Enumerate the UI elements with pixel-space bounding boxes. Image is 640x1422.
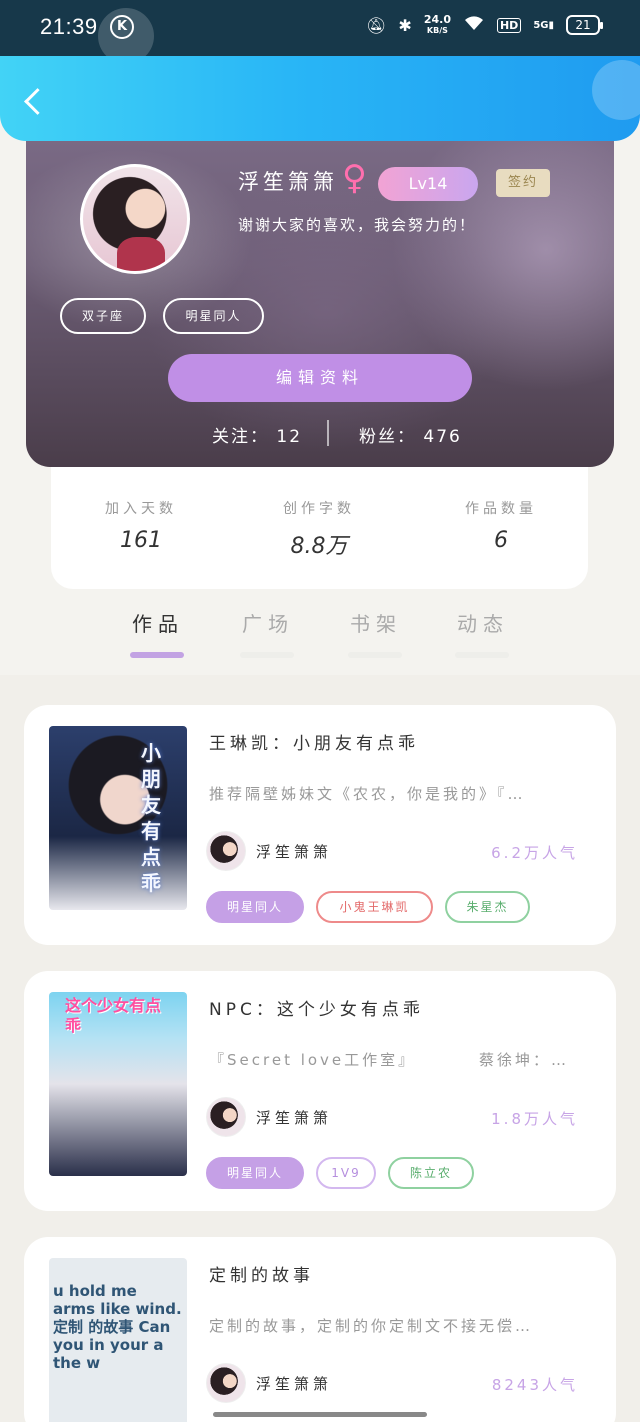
author-avatar — [206, 1363, 246, 1403]
profile-card: 浮笙箫箫 ♀ Lv14 签约 谢谢大家的喜欢，我会努力的！ 双子座 明星同人 编… — [26, 130, 614, 467]
following-label: 关注： — [212, 427, 269, 447]
top-nav-bar — [0, 56, 640, 141]
author-name: 浮笙箫箫 — [256, 1109, 333, 1127]
tab-underline — [240, 652, 294, 658]
book-cover: 小朋友有点乖 — [49, 726, 187, 910]
popularity: 6.2万人气 — [491, 844, 578, 862]
work-title: NPC：这个少女有点乖 — [209, 1000, 424, 1020]
book-cover: 这个少女有点乖 — [49, 992, 187, 1176]
work-card[interactable]: 小朋友有点乖 王琳凯：小朋友有点乖 推荐隔壁姊妹文《农农，你是我的》『… 浮笙箫… — [24, 705, 616, 945]
decor-bubble — [592, 60, 640, 120]
author-name: 浮笙箫箫 — [256, 843, 333, 861]
popularity: 8243人气 — [491, 1376, 578, 1394]
stat-word-count: 创作字数 8.8万 — [249, 498, 389, 560]
work-description: 定制的故事，定制的你定制文不接无偿… — [209, 1317, 534, 1335]
profile-tag-genre[interactable]: 明星同人 — [163, 298, 264, 334]
stat-value: 6 — [494, 528, 508, 553]
fans-stat[interactable]: 粉丝： 476 — [359, 422, 462, 447]
work-description: 『Secret love工作室』 — [209, 1051, 417, 1069]
book-cover: u hold me arms like wind. 定制 的故事 Can you… — [49, 1258, 187, 1422]
work-card[interactable]: 这个少女有点乖 NPC：这个少女有点乖 『Secret love工作室』 蔡徐坤… — [24, 971, 616, 1211]
hd-badge: HD — [496, 17, 522, 33]
profile-tag-zodiac[interactable]: 双子座 — [60, 298, 146, 334]
divider — [327, 420, 329, 446]
tab-works[interactable]: 作品 — [130, 608, 184, 658]
tab-label: 作品 — [132, 612, 184, 636]
content-tabs: 作品 广场 书架 动态 — [0, 590, 640, 675]
tab-bookshelf[interactable]: 书架 — [348, 608, 402, 658]
work-tag[interactable]: 明星同人 — [206, 1157, 304, 1189]
fans-count: 476 — [423, 427, 462, 447]
tab-label: 动态 — [457, 612, 509, 636]
following-stat[interactable]: 关注： 12 — [212, 422, 302, 447]
work-tag[interactable]: 明星同人 — [206, 891, 304, 923]
status-bar: 21:39 K 🔕︎ ✱ 24.0 KB/S HD 5G▮ 21 — [0, 0, 640, 64]
tab-underline — [130, 652, 184, 658]
battery-icon: 21 — [566, 15, 603, 35]
stat-label: 加入天数 — [105, 501, 177, 517]
signed-badge: 签约 — [496, 169, 550, 197]
cover-title: 这个少女有点乖 — [65, 996, 162, 1035]
status-icons: 🔕︎ ✱ 24.0 KB/S HD 5G▮ 21 — [366, 14, 603, 36]
network-speed: 24.0 KB/S — [424, 14, 451, 36]
home-indicator[interactable] — [213, 1412, 427, 1417]
work-card[interactable]: u hold me arms like wind. 定制 的故事 Can you… — [24, 1237, 616, 1422]
stat-join-days: 加入天数 161 — [71, 498, 211, 553]
avatar[interactable] — [80, 164, 190, 274]
chevron-left-icon[interactable] — [20, 84, 50, 120]
work-title: 定制的故事 — [209, 1266, 314, 1286]
username: 浮笙箫箫 — [238, 170, 338, 194]
bluetooth-icon: ✱ — [398, 15, 412, 35]
work-description-extra: 蔡徐坤：… — [479, 1051, 570, 1069]
work-description: 推荐隔壁姊妹文《农农，你是我的》『… — [209, 785, 526, 803]
mute-bell-icon: 🔕︎ — [366, 15, 387, 35]
cover-title: u hold me arms like wind. 定制 的故事 Can you… — [53, 1282, 182, 1372]
tab-underline — [348, 652, 402, 658]
edit-profile-button[interactable]: 编辑资料 — [168, 354, 472, 402]
tab-underline — [455, 652, 509, 658]
stat-label: 创作字数 — [283, 501, 355, 517]
stat-value: 8.8万 — [290, 534, 348, 559]
author-name: 浮笙箫箫 — [256, 1375, 333, 1393]
tab-label: 广场 — [242, 612, 294, 636]
status-time: 21:39 — [40, 14, 98, 39]
work-tag[interactable]: 陈立农 — [388, 1157, 474, 1189]
follow-stats: 关注： 12 粉丝： 476 — [26, 420, 614, 450]
work-tag[interactable]: 1V9 — [316, 1157, 376, 1189]
speed-unit: KB/S — [426, 26, 448, 35]
level-badge: Lv14 — [378, 167, 478, 201]
cover-title: 小朋友有点乖 — [141, 741, 161, 895]
author-stats-card: 加入天数 161 创作字数 8.8万 作品数量 6 — [51, 458, 588, 589]
work-tag[interactable]: 小鬼王琳凯 — [316, 891, 433, 923]
work-tag[interactable]: 朱星杰 — [445, 891, 530, 923]
author-avatar — [206, 831, 246, 871]
tab-activity[interactable]: 动态 — [455, 608, 509, 658]
wifi-icon — [463, 15, 485, 35]
stat-value: 161 — [120, 528, 162, 553]
signal-icon: 5G▮ — [533, 19, 554, 31]
work-title: 王琳凯：小朋友有点乖 — [209, 734, 419, 754]
following-count: 12 — [276, 427, 303, 447]
tab-square[interactable]: 广场 — [240, 608, 294, 658]
female-gender-icon: ♀ — [342, 158, 367, 198]
stat-label: 作品数量 — [465, 501, 537, 517]
speed-value: 24.0 — [423, 13, 451, 26]
profile-motto: 谢谢大家的喜欢，我会努力的！ — [238, 216, 477, 234]
fans-label: 粉丝： — [359, 427, 416, 447]
stat-works-count: 作品数量 6 — [431, 498, 571, 553]
tab-label: 书架 — [350, 612, 402, 636]
signal-label: 5G — [533, 19, 549, 31]
author-avatar — [206, 1097, 246, 1137]
popularity: 1.8万人气 — [491, 1110, 578, 1128]
